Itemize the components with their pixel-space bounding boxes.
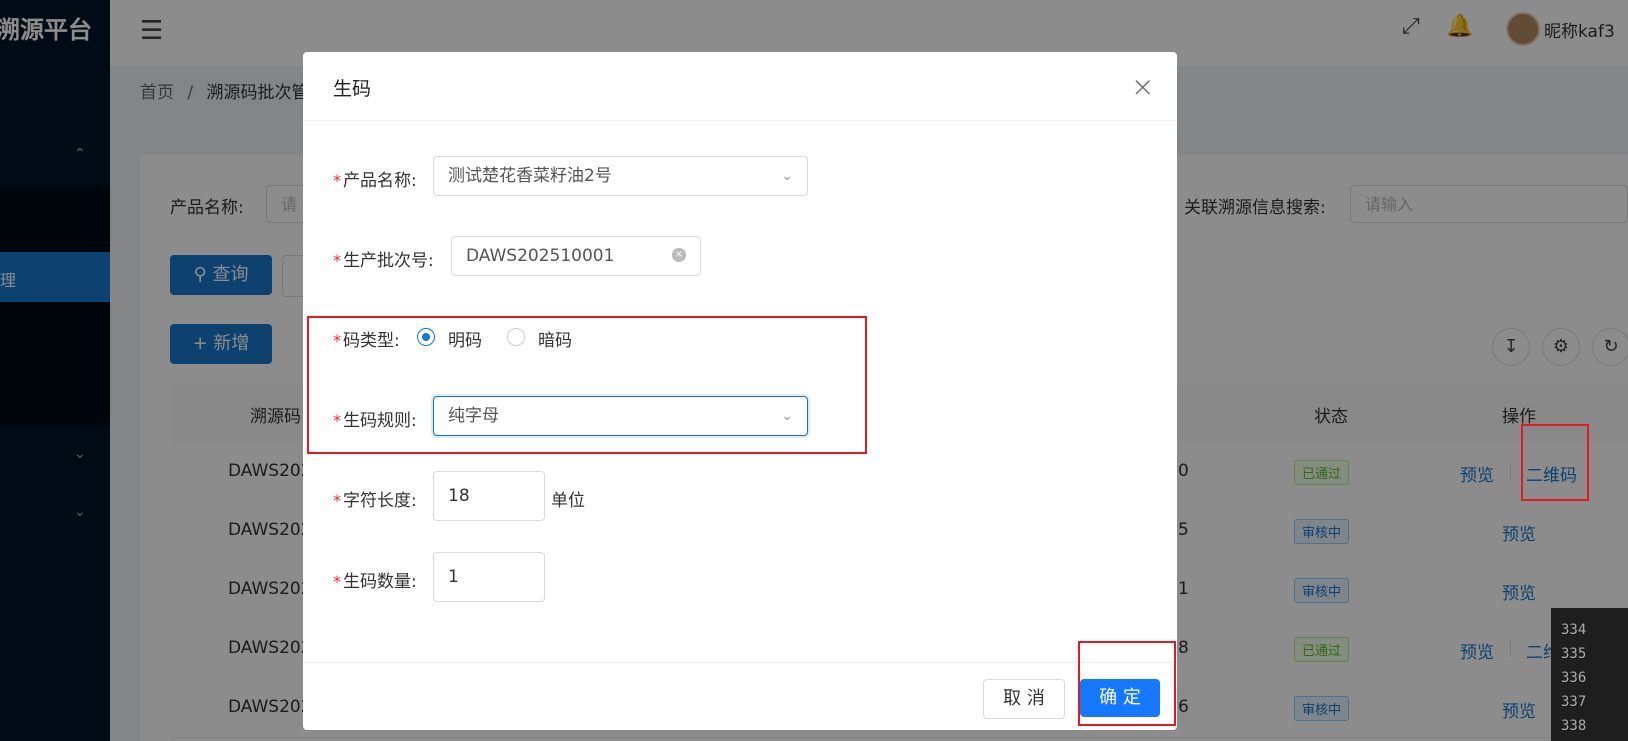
code-count-label: * 生码数量: bbox=[333, 567, 417, 592]
highlight-box-ok bbox=[1078, 641, 1176, 726]
product-name-label: * 产品名称: bbox=[333, 166, 417, 191]
modal-footer: 取 消 确 定 bbox=[303, 662, 1177, 731]
required-mark: * bbox=[333, 491, 341, 510]
close-icon[interactable]: × bbox=[1131, 70, 1154, 103]
char-length-label-text: 字符长度: bbox=[343, 491, 417, 511]
char-length-input[interactable]: 18 bbox=[433, 471, 545, 521]
required-mark: * bbox=[333, 251, 341, 270]
code-count-label-text: 生码数量: bbox=[343, 572, 417, 592]
chevron-down-icon: ⌄ bbox=[781, 168, 793, 184]
char-length-unit: 单位 bbox=[551, 491, 585, 511]
batch-number-label: * 生产批次号: bbox=[333, 246, 434, 271]
line-number: 338 bbox=[1561, 718, 1587, 734]
line-number: 336 bbox=[1561, 670, 1587, 686]
highlight-box-code-settings bbox=[307, 316, 867, 454]
clear-icon[interactable]: × bbox=[672, 248, 686, 262]
required-mark: * bbox=[333, 572, 341, 591]
modal-title: 生码 bbox=[333, 78, 372, 100]
code-count-input[interactable]: 1 bbox=[433, 552, 545, 602]
required-mark: * bbox=[333, 171, 341, 190]
highlight-box-qrcode bbox=[1521, 424, 1589, 501]
line-number: 334 bbox=[1561, 622, 1587, 638]
product-name-label-text: 产品名称: bbox=[343, 171, 417, 191]
line-number: 335 bbox=[1561, 646, 1587, 662]
char-length-label: * 字符长度: bbox=[333, 486, 417, 511]
code-editor-gutter: 334 335 336 337 338 bbox=[1551, 608, 1628, 741]
batch-number-input[interactable]: DAWS202510001 × bbox=[451, 236, 701, 276]
line-number: 337 bbox=[1561, 694, 1587, 710]
modal-header: 生码 × bbox=[303, 52, 1177, 121]
cancel-button[interactable]: 取 消 bbox=[983, 679, 1065, 719]
batch-number-label-text: 生产批次号: bbox=[343, 251, 434, 271]
batch-number-value: DAWS202510001 bbox=[466, 246, 615, 266]
product-name-value: 测试楚花香菜籽油2号 bbox=[448, 166, 612, 186]
product-name-select[interactable]: 测试楚花香菜籽油2号 ⌄ bbox=[433, 156, 808, 196]
